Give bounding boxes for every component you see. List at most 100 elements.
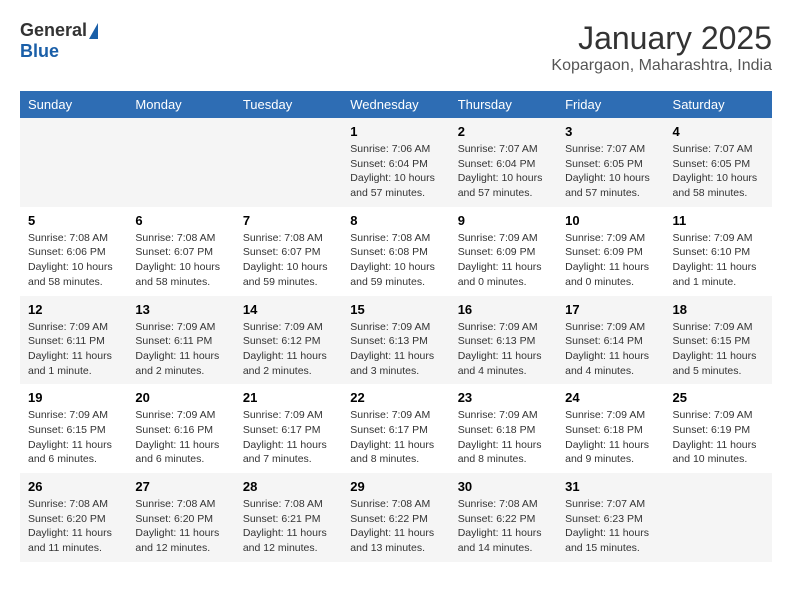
table-row: 7 Sunrise: 7:08 AMSunset: 6:07 PMDaylight…	[235, 207, 342, 296]
table-row: 21 Sunrise: 7:09 AMSunset: 6:17 PMDayligh…	[235, 384, 342, 473]
day-number: 22	[350, 390, 441, 405]
table-row	[127, 118, 234, 207]
calendar-week-row: 19 Sunrise: 7:09 AMSunset: 6:15 PMDayligh…	[20, 384, 772, 473]
day-number: 19	[28, 390, 119, 405]
day-number: 7	[243, 213, 334, 228]
day-number: 13	[135, 302, 226, 317]
day-info: Sunrise: 7:08 AMSunset: 6:07 PMDaylight:…	[243, 231, 334, 290]
day-number: 17	[565, 302, 656, 317]
day-number: 11	[673, 213, 764, 228]
logo: General Blue	[20, 20, 98, 62]
header-sunday: Sunday	[20, 91, 127, 118]
day-info: Sunrise: 7:07 AMSunset: 6:05 PMDaylight:…	[673, 142, 764, 201]
day-info: Sunrise: 7:09 AMSunset: 6:15 PMDaylight:…	[28, 408, 119, 467]
day-info: Sunrise: 7:08 AMSunset: 6:08 PMDaylight:…	[350, 231, 441, 290]
day-info: Sunrise: 7:09 AMSunset: 6:16 PMDaylight:…	[135, 408, 226, 467]
day-info: Sunrise: 7:09 AMSunset: 6:10 PMDaylight:…	[673, 231, 764, 290]
table-row: 5 Sunrise: 7:08 AMSunset: 6:06 PMDaylight…	[20, 207, 127, 296]
day-info: Sunrise: 7:09 AMSunset: 6:18 PMDaylight:…	[565, 408, 656, 467]
day-number: 2	[458, 124, 549, 139]
day-info: Sunrise: 7:09 AMSunset: 6:18 PMDaylight:…	[458, 408, 549, 467]
day-info: Sunrise: 7:09 AMSunset: 6:13 PMDaylight:…	[350, 320, 441, 379]
header-monday: Monday	[127, 91, 234, 118]
table-row: 16 Sunrise: 7:09 AMSunset: 6:13 PMDayligh…	[450, 296, 557, 385]
table-row: 15 Sunrise: 7:09 AMSunset: 6:13 PMDayligh…	[342, 296, 449, 385]
table-row: 6Sunrise: 7:08 AMSunset: 6:07 PMDaylight…	[127, 207, 234, 296]
table-row: 31 Sunrise: 7:07 AMSunset: 6:23 PMDayligh…	[557, 473, 664, 562]
day-info: Sunrise: 7:08 AMSunset: 6:22 PMDaylight:…	[350, 497, 441, 556]
day-info: Sunrise: 7:09 AMSunset: 6:09 PMDaylight:…	[458, 231, 549, 290]
day-info: Sunrise: 7:08 AMSunset: 6:20 PMDaylight:…	[28, 497, 119, 556]
table-row: 13 Sunrise: 7:09 AMSunset: 6:11 PMDayligh…	[127, 296, 234, 385]
day-number: 18	[673, 302, 764, 317]
day-number: 24	[565, 390, 656, 405]
header-saturday: Saturday	[665, 91, 772, 118]
calendar-body: 1 Sunrise: 7:06 AMSunset: 6:04 PMDaylight…	[20, 118, 772, 562]
table-row: 3Sunrise: 7:07 AMSunset: 6:05 PMDaylight…	[557, 118, 664, 207]
table-row: 9Sunrise: 7:09 AMSunset: 6:09 PMDaylight…	[450, 207, 557, 296]
table-row: 17 Sunrise: 7:09 AMSunset: 6:14 PMDayligh…	[557, 296, 664, 385]
day-number: 25	[673, 390, 764, 405]
day-info: Sunrise: 7:06 AMSunset: 6:04 PMDaylight:…	[350, 142, 441, 201]
day-number: 27	[135, 479, 226, 494]
day-number: 14	[243, 302, 334, 317]
day-number: 12	[28, 302, 119, 317]
table-row: 19 Sunrise: 7:09 AMSunset: 6:15 PMDayligh…	[20, 384, 127, 473]
day-number: 1	[350, 124, 441, 139]
table-row: 20Sunrise: 7:09 AMSunset: 6:16 PMDayligh…	[127, 384, 234, 473]
day-info: Sunrise: 7:09 AMSunset: 6:14 PMDaylight:…	[565, 320, 656, 379]
day-info: Sunrise: 7:08 AMSunset: 6:20 PMDaylight:…	[135, 497, 226, 556]
day-number: 15	[350, 302, 441, 317]
page-header: General Blue January 2025 Kopargaon, Mah…	[20, 20, 772, 75]
day-number: 16	[458, 302, 549, 317]
day-info: Sunrise: 7:07 AMSunset: 6:23 PMDaylight:…	[565, 497, 656, 556]
table-row: 26Sunrise: 7:08 AMSunset: 6:20 PMDayligh…	[20, 473, 127, 562]
day-number: 6	[135, 213, 226, 228]
day-number: 21	[243, 390, 334, 405]
day-info: Sunrise: 7:07 AMSunset: 6:04 PMDaylight:…	[458, 142, 549, 201]
table-row: 1 Sunrise: 7:06 AMSunset: 6:04 PMDaylight…	[342, 118, 449, 207]
day-info: Sunrise: 7:09 AMSunset: 6:19 PMDaylight:…	[673, 408, 764, 467]
table-row	[235, 118, 342, 207]
table-row: 12Sunrise: 7:09 AMSunset: 6:11 PMDayligh…	[20, 296, 127, 385]
day-number: 31	[565, 479, 656, 494]
table-row: 8 Sunrise: 7:08 AMSunset: 6:08 PMDaylight…	[342, 207, 449, 296]
table-row: 24 Sunrise: 7:09 AMSunset: 6:18 PMDayligh…	[557, 384, 664, 473]
table-row: 4 Sunrise: 7:07 AMSunset: 6:05 PMDaylight…	[665, 118, 772, 207]
day-number: 23	[458, 390, 549, 405]
table-row: 14 Sunrise: 7:09 AMSunset: 6:12 PMDayligh…	[235, 296, 342, 385]
day-number: 8	[350, 213, 441, 228]
day-info: Sunrise: 7:09 AMSunset: 6:17 PMDaylight:…	[243, 408, 334, 467]
header-wednesday: Wednesday	[342, 91, 449, 118]
day-info: Sunrise: 7:08 AMSunset: 6:06 PMDaylight:…	[28, 231, 119, 290]
day-info: Sunrise: 7:09 AMSunset: 6:11 PMDaylight:…	[135, 320, 226, 379]
day-number: 30	[458, 479, 549, 494]
day-number: 28	[243, 479, 334, 494]
day-number: 4	[673, 124, 764, 139]
table-row: 28 Sunrise: 7:08 AMSunset: 6:21 PMDayligh…	[235, 473, 342, 562]
day-info: Sunrise: 7:08 AMSunset: 6:21 PMDaylight:…	[243, 497, 334, 556]
table-row: 2 Sunrise: 7:07 AMSunset: 6:04 PMDaylight…	[450, 118, 557, 207]
day-info: Sunrise: 7:09 AMSunset: 6:13 PMDaylight:…	[458, 320, 549, 379]
calendar-week-row: 5 Sunrise: 7:08 AMSunset: 6:06 PMDaylight…	[20, 207, 772, 296]
logo-general-text: General	[20, 20, 87, 41]
calendar-week-row: 26Sunrise: 7:08 AMSunset: 6:20 PMDayligh…	[20, 473, 772, 562]
day-info: Sunrise: 7:08 AMSunset: 6:22 PMDaylight:…	[458, 497, 549, 556]
table-row: 30 Sunrise: 7:08 AMSunset: 6:22 PMDayligh…	[450, 473, 557, 562]
day-number: 5	[28, 213, 119, 228]
calendar-table: Sunday Monday Tuesday Wednesday Thursday…	[20, 91, 772, 562]
table-row: 23 Sunrise: 7:09 AMSunset: 6:18 PMDayligh…	[450, 384, 557, 473]
table-row: 18Sunrise: 7:09 AMSunset: 6:15 PMDayligh…	[665, 296, 772, 385]
table-row: 11 Sunrise: 7:09 AMSunset: 6:10 PMDayligh…	[665, 207, 772, 296]
table-row: 25 Sunrise: 7:09 AMSunset: 6:19 PMDayligh…	[665, 384, 772, 473]
table-row	[20, 118, 127, 207]
table-row: 22Sunrise: 7:09 AMSunset: 6:17 PMDayligh…	[342, 384, 449, 473]
title-area: January 2025 Kopargaon, Maharashtra, Ind…	[551, 20, 772, 75]
day-info: Sunrise: 7:07 AMSunset: 6:05 PMDaylight:…	[565, 142, 656, 201]
day-info: Sunrise: 7:09 AMSunset: 6:12 PMDaylight:…	[243, 320, 334, 379]
header-friday: Friday	[557, 91, 664, 118]
header-thursday: Thursday	[450, 91, 557, 118]
day-number: 10	[565, 213, 656, 228]
header-tuesday: Tuesday	[235, 91, 342, 118]
logo-triangle-icon	[89, 23, 98, 39]
